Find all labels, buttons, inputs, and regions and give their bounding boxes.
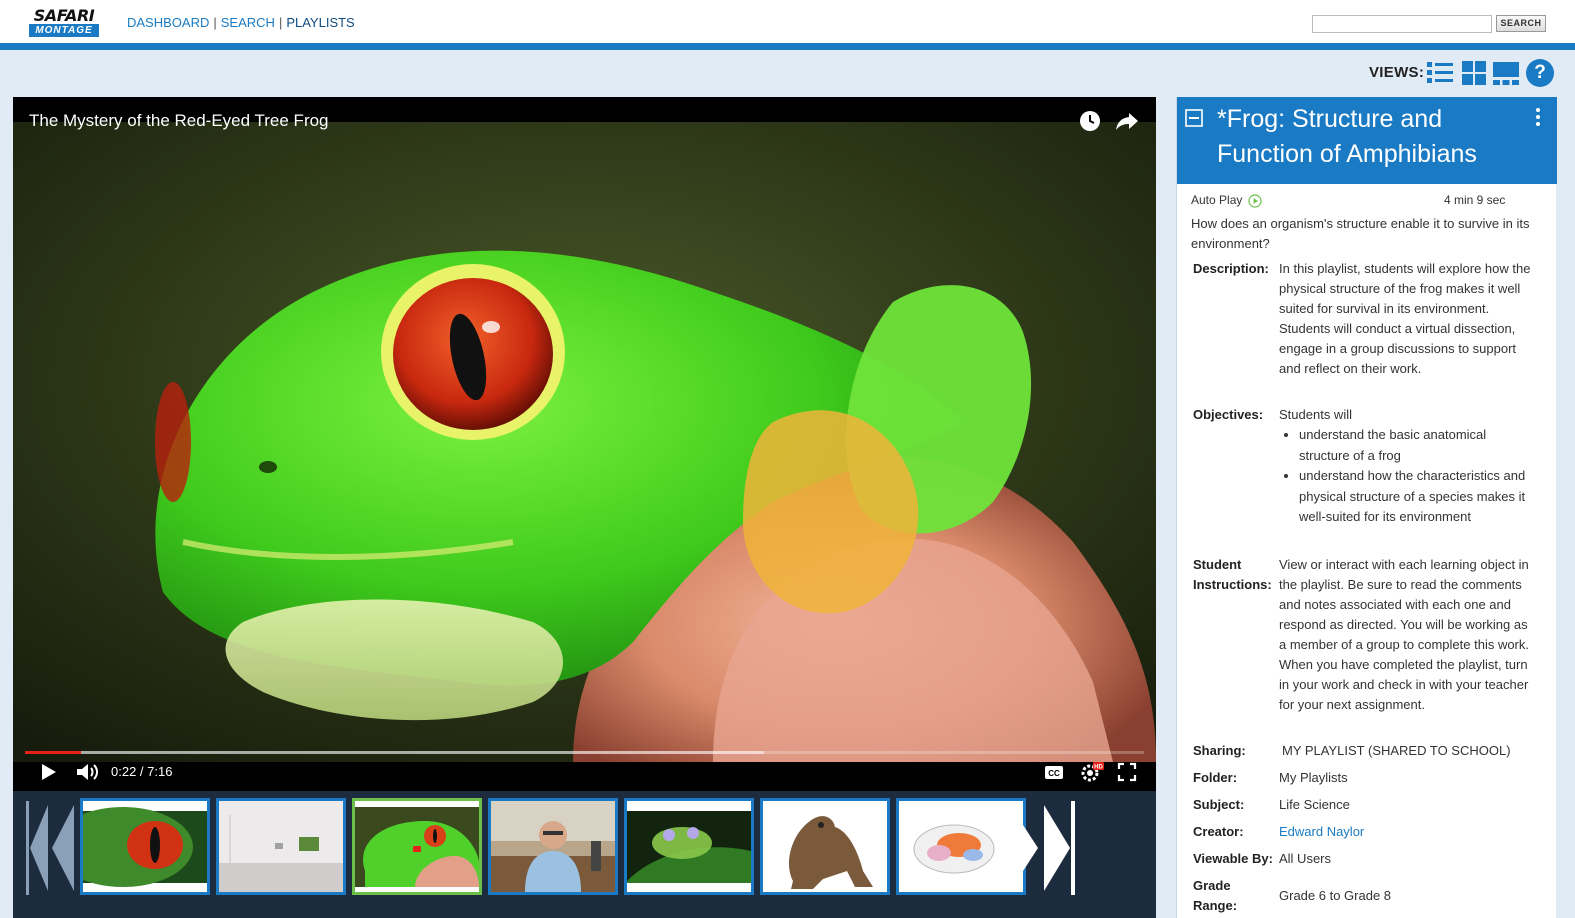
subject-label: Subject: bbox=[1193, 797, 1245, 812]
strip-next-icon[interactable] bbox=[1008, 801, 1078, 895]
views-label: VIEWS: bbox=[1369, 64, 1425, 81]
search-button[interactable]: SEARCH bbox=[1496, 15, 1546, 32]
objectives: Students will understand the basic anato… bbox=[1279, 405, 1534, 528]
logo-text-top: SAFARI bbox=[33, 6, 95, 25]
video-player[interactable]: The Mystery of the Red-Eyed Tree Frog 0:… bbox=[13, 97, 1156, 791]
nav-playlists[interactable]: PLAYLISTS bbox=[286, 15, 354, 30]
thumbnail-brown-frog-model[interactable] bbox=[760, 798, 890, 895]
autoplay-play-icon[interactable] bbox=[1248, 194, 1262, 208]
sharing-value: MY PLAYLIST (SHARED TO SCHOOL) bbox=[1282, 743, 1511, 758]
nav-separator: | bbox=[278, 15, 283, 30]
grade-label-line2: Range: bbox=[1193, 898, 1238, 913]
creator-link[interactable]: Edward Naylor bbox=[1279, 824, 1364, 839]
thumbnail-scientist-in-lab[interactable] bbox=[488, 798, 618, 895]
list-view-icon[interactable] bbox=[1426, 59, 1454, 87]
list-item: understand the basic anatomical structur… bbox=[1299, 425, 1534, 466]
nav-separator: | bbox=[213, 15, 217, 30]
playlist-title: *Frog: Structure and Function of Amphibi… bbox=[1217, 105, 1477, 168]
thumbnail-red-eyed-tree-frog[interactable] bbox=[352, 798, 482, 895]
instructions-label-line2: Instructions: bbox=[1193, 577, 1272, 592]
filmstrip-view-icon[interactable] bbox=[1492, 59, 1520, 87]
watch-later-clock-icon[interactable] bbox=[1079, 110, 1101, 132]
video-title: The Mystery of the Red-Eyed Tree Frog bbox=[29, 111, 329, 130]
nav-dashboard[interactable]: DASHBOARD bbox=[127, 15, 209, 30]
red-eyed-tree-frog-thumb-image bbox=[355, 801, 479, 892]
safari-montage-logo[interactable]: SAFARI MONTAGE bbox=[29, 7, 99, 38]
grid-view-icon[interactable] bbox=[1460, 59, 1488, 87]
objectives-label: Objectives: bbox=[1193, 407, 1264, 422]
top-header: SAFARI MONTAGE DASHBOARD | SEARCH | PLAYLIST… bbox=[0, 0, 1575, 44]
fullscreen-icon[interactable] bbox=[1117, 761, 1137, 783]
settings-hd-icon[interactable]: HD bbox=[1080, 761, 1104, 783]
more-options-icon[interactable] bbox=[1533, 107, 1543, 127]
list-item: understand how the characteristics and p… bbox=[1299, 466, 1534, 528]
red-eyed-tree-frog-image bbox=[13, 122, 1156, 762]
logo-text-bottom: MONTAGE bbox=[29, 24, 99, 37]
svg-text:HD: HD bbox=[1094, 765, 1103, 771]
objectives-intro: Students will bbox=[1279, 407, 1352, 422]
red-eye-closeup-image bbox=[83, 801, 207, 892]
time-readout: 0:22 / 7:16 bbox=[111, 764, 173, 779]
objectives-list: understand the basic anatomical structur… bbox=[1279, 425, 1534, 528]
instructions-label: Student Instructions: bbox=[1193, 555, 1279, 595]
description-label: Description: bbox=[1193, 261, 1269, 276]
share-arrow-icon[interactable] bbox=[1115, 110, 1139, 132]
folder-value: My Playlists bbox=[1279, 770, 1348, 785]
header-divider bbox=[0, 43, 1575, 50]
search-input[interactable] bbox=[1312, 15, 1492, 33]
progress-played[interactable] bbox=[25, 751, 81, 754]
playlist-header: *Frog: Structure and Function of Amphibi… bbox=[1177, 97, 1557, 184]
sharing-label: Sharing: bbox=[1193, 743, 1246, 758]
playlist-details-panel: *Frog: Structure and Function of Amphibi… bbox=[1176, 97, 1557, 918]
collapse-icon[interactable] bbox=[1185, 109, 1203, 127]
scientist-in-lab-image bbox=[491, 801, 615, 892]
grade-range-value: Grade 6 to Grade 8 bbox=[1279, 888, 1392, 903]
grade-label-line1: Grade bbox=[1193, 878, 1231, 893]
svg-text:CC: CC bbox=[1048, 769, 1060, 778]
thumbnail-frog-anatomy-diagram[interactable] bbox=[896, 798, 1026, 895]
glass-frog-on-leaf-image bbox=[627, 801, 751, 892]
essential-question: How does an organism's structure enable … bbox=[1191, 216, 1530, 251]
creator-value: Edward Naylor bbox=[1279, 822, 1534, 842]
autoplay-label[interactable]: Auto Play bbox=[1191, 192, 1242, 208]
brown-frog-model-image bbox=[763, 801, 887, 892]
video-frame[interactable] bbox=[13, 122, 1156, 762]
lab-room-image bbox=[219, 801, 343, 892]
play-icon[interactable] bbox=[37, 761, 59, 783]
folder-label: Folder: bbox=[1193, 770, 1238, 785]
thumbnail-glass-frog-on-leaf[interactable] bbox=[624, 798, 754, 895]
description-text: In this playlist, students will explore … bbox=[1279, 261, 1531, 376]
strip-prev-icon[interactable] bbox=[26, 801, 78, 895]
viewable-by-label: Viewable By: bbox=[1193, 851, 1273, 866]
instructions-label-line1: Student bbox=[1193, 557, 1242, 572]
grade-range-label: Grade Range: bbox=[1193, 876, 1279, 916]
frog-anatomy-diagram-image bbox=[899, 801, 1005, 892]
thumbnail-lab-room[interactable] bbox=[216, 798, 346, 895]
volume-icon[interactable] bbox=[75, 761, 99, 783]
main-nav: DASHBOARD | SEARCH | PLAYLISTS bbox=[127, 15, 355, 31]
captions-icon[interactable]: CC bbox=[1044, 761, 1064, 783]
creator-label: Creator: bbox=[1193, 824, 1244, 839]
nav-search[interactable]: SEARCH bbox=[221, 15, 275, 30]
progress-buffered bbox=[25, 751, 764, 754]
instructions-text: View or interact with each learning obje… bbox=[1279, 557, 1530, 712]
subject-value: Life Science bbox=[1279, 797, 1350, 812]
playlist-duration: 4 min 9 sec bbox=[1444, 193, 1506, 207]
help-icon[interactable]: ? bbox=[1526, 59, 1554, 87]
thumbnail-red-eye-closeup[interactable] bbox=[80, 798, 210, 895]
viewable-by-value: All Users bbox=[1279, 851, 1332, 866]
